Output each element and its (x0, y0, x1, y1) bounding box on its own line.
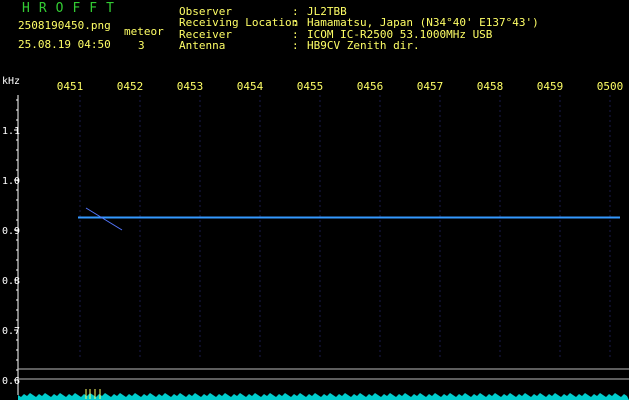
meteor-streak (85, 207, 123, 231)
y-tick-label: 0.8 (2, 276, 20, 287)
y-tick-label: 0.7 (2, 326, 20, 337)
y-tick-label: 0.6 (2, 376, 20, 387)
x-tick-label: 0453 (177, 80, 204, 93)
y-tick-label: 1.1 (2, 126, 20, 137)
y-tick-label: 0.9 (2, 226, 20, 237)
x-tick-label: 0452 (117, 80, 144, 93)
y-axis-label: kHz (2, 76, 20, 87)
x-tick-label: 0455 (297, 80, 324, 93)
y-tick-label: 1.0 (2, 176, 20, 187)
x-tick-label: 0454 (237, 80, 264, 93)
x-tick-label: 0457 (417, 80, 444, 93)
x-tick-label: 0451 (57, 80, 84, 93)
spectrogram-plot: kHz 1.1 1.0 0.9 0.8 0.7 0.6 0451 0452 0453 0454 045… (2, 76, 629, 400)
x-tick-label: 0458 (477, 80, 504, 93)
x-tick-label: 0500 (597, 80, 624, 93)
noise-floor-band (18, 393, 629, 400)
x-tick-label: 0459 (537, 80, 564, 93)
x-tick-label: 0456 (357, 80, 384, 93)
